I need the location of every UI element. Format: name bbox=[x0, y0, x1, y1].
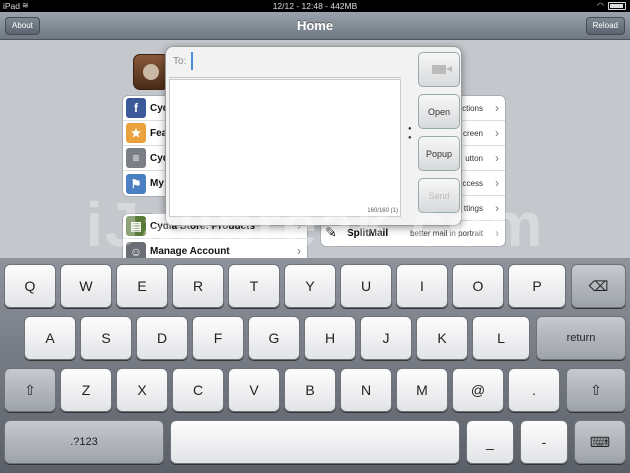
key-v[interactable]: V bbox=[228, 368, 280, 412]
wifi-signal-icon: ◠ bbox=[597, 1, 604, 10]
key-o[interactable]: O bbox=[452, 264, 504, 308]
key-k[interactable]: K bbox=[416, 316, 468, 360]
send-button[interactable]: Send bbox=[418, 178, 460, 213]
divider bbox=[169, 77, 401, 78]
key-z[interactable]: Z bbox=[60, 368, 112, 412]
onscreen-keyboard: Q W E R T Y U I O P ⌫ A S D F G H J K L … bbox=[0, 258, 630, 473]
video-button[interactable] bbox=[418, 52, 460, 87]
key-r[interactable]: R bbox=[172, 264, 224, 308]
compose-popup: To: 160/160 (1) ● ● Open Popup Send bbox=[165, 46, 462, 226]
chevron-right-icon: › bbox=[495, 151, 499, 165]
key-d[interactable]: D bbox=[136, 316, 188, 360]
chevron-right-icon: › bbox=[297, 244, 301, 258]
account-icon: ☺ bbox=[126, 241, 146, 258]
key-m[interactable]: M bbox=[396, 368, 448, 412]
open-button[interactable]: Open bbox=[418, 94, 460, 129]
to-field[interactable] bbox=[191, 52, 401, 70]
numbers-key[interactable]: .?123 bbox=[4, 420, 164, 464]
list-item-subtitle: ttings bbox=[463, 204, 483, 213]
message-body-field[interactable]: 160/160 (1) bbox=[169, 79, 401, 217]
key-s[interactable]: S bbox=[80, 316, 132, 360]
status-time: 12/12 - 12:48 - 442MB bbox=[272, 1, 358, 11]
list-item-label: My bbox=[150, 178, 164, 189]
backspace-key[interactable]: ⌫ bbox=[571, 264, 626, 308]
list-item-subtitle: creen bbox=[462, 129, 483, 138]
key-h[interactable]: H bbox=[304, 316, 356, 360]
key-c[interactable]: C bbox=[172, 368, 224, 412]
key-i[interactable]: I bbox=[396, 264, 448, 308]
store-icon: ▤ bbox=[126, 216, 146, 236]
key-q[interactable]: Q bbox=[4, 264, 56, 308]
key-w[interactable]: W bbox=[60, 264, 112, 308]
chevron-right-icon: › bbox=[495, 201, 499, 215]
key-b[interactable]: B bbox=[284, 368, 336, 412]
battery-icon bbox=[608, 1, 626, 10]
splitmail-icon: ✎ bbox=[325, 224, 337, 240]
navigation-bar: About Home Reload bbox=[0, 12, 630, 40]
key-u[interactable]: U bbox=[340, 264, 392, 308]
key-p[interactable]: P bbox=[508, 264, 566, 308]
cydia-logo bbox=[133, 54, 169, 90]
list-item[interactable]: ☺ Manage Account › bbox=[123, 239, 307, 258]
key-j[interactable]: J bbox=[360, 316, 412, 360]
key-underscore[interactable]: _ bbox=[466, 420, 514, 464]
page-indicator: ● ● bbox=[408, 126, 412, 141]
star-icon: ★ bbox=[126, 123, 146, 143]
to-label: To: bbox=[173, 56, 187, 67]
key-dash[interactable]: - bbox=[520, 420, 568, 464]
page-title: Home bbox=[296, 18, 334, 33]
return-key[interactable]: return bbox=[536, 316, 626, 360]
finder-icon: ⚑ bbox=[126, 173, 146, 194]
popup-button[interactable]: Popup bbox=[418, 136, 460, 171]
list-item-label: SplitMail bbox=[347, 228, 389, 239]
chevron-right-icon: › bbox=[495, 101, 499, 115]
list-item-subtitle: ccess bbox=[462, 179, 483, 188]
facebook-icon: f bbox=[126, 98, 146, 118]
character-counter: 160/160 (1) bbox=[367, 208, 398, 214]
list-item-subtitle: ctions bbox=[462, 104, 483, 113]
list-item-subtitle: utton bbox=[465, 154, 483, 163]
list-item-label: Manage Account bbox=[150, 246, 230, 257]
chevron-right-icon: › bbox=[495, 126, 499, 140]
space-key[interactable] bbox=[170, 420, 460, 464]
key-t[interactable]: T bbox=[228, 264, 280, 308]
chevron-right-icon: › bbox=[495, 176, 499, 190]
key-period[interactable]: . bbox=[508, 368, 560, 412]
key-f[interactable]: F bbox=[192, 316, 244, 360]
key-g[interactable]: G bbox=[248, 316, 300, 360]
document-icon: ≡ bbox=[126, 148, 146, 168]
key-at[interactable]: @ bbox=[452, 368, 504, 412]
shift-key-left[interactable]: ⇧ bbox=[4, 368, 56, 412]
shift-key-right[interactable]: ⇧ bbox=[566, 368, 626, 412]
reload-button[interactable]: Reload bbox=[585, 17, 625, 35]
key-x[interactable]: X bbox=[116, 368, 168, 412]
key-l[interactable]: L bbox=[472, 316, 530, 360]
chevron-right-icon: › bbox=[495, 226, 499, 240]
status-bar: iPad ≋ 12/12 - 12:48 - 442MB ◠ bbox=[0, 0, 630, 12]
key-n[interactable]: N bbox=[340, 368, 392, 412]
key-a[interactable]: A bbox=[24, 316, 76, 360]
key-y[interactable]: Y bbox=[284, 264, 336, 308]
hide-keyboard-key[interactable]: ⌨ bbox=[574, 420, 626, 464]
video-camera-icon bbox=[431, 65, 452, 74]
key-e[interactable]: E bbox=[116, 264, 168, 308]
list-item-subtitle: better mail in portrait bbox=[410, 229, 483, 238]
